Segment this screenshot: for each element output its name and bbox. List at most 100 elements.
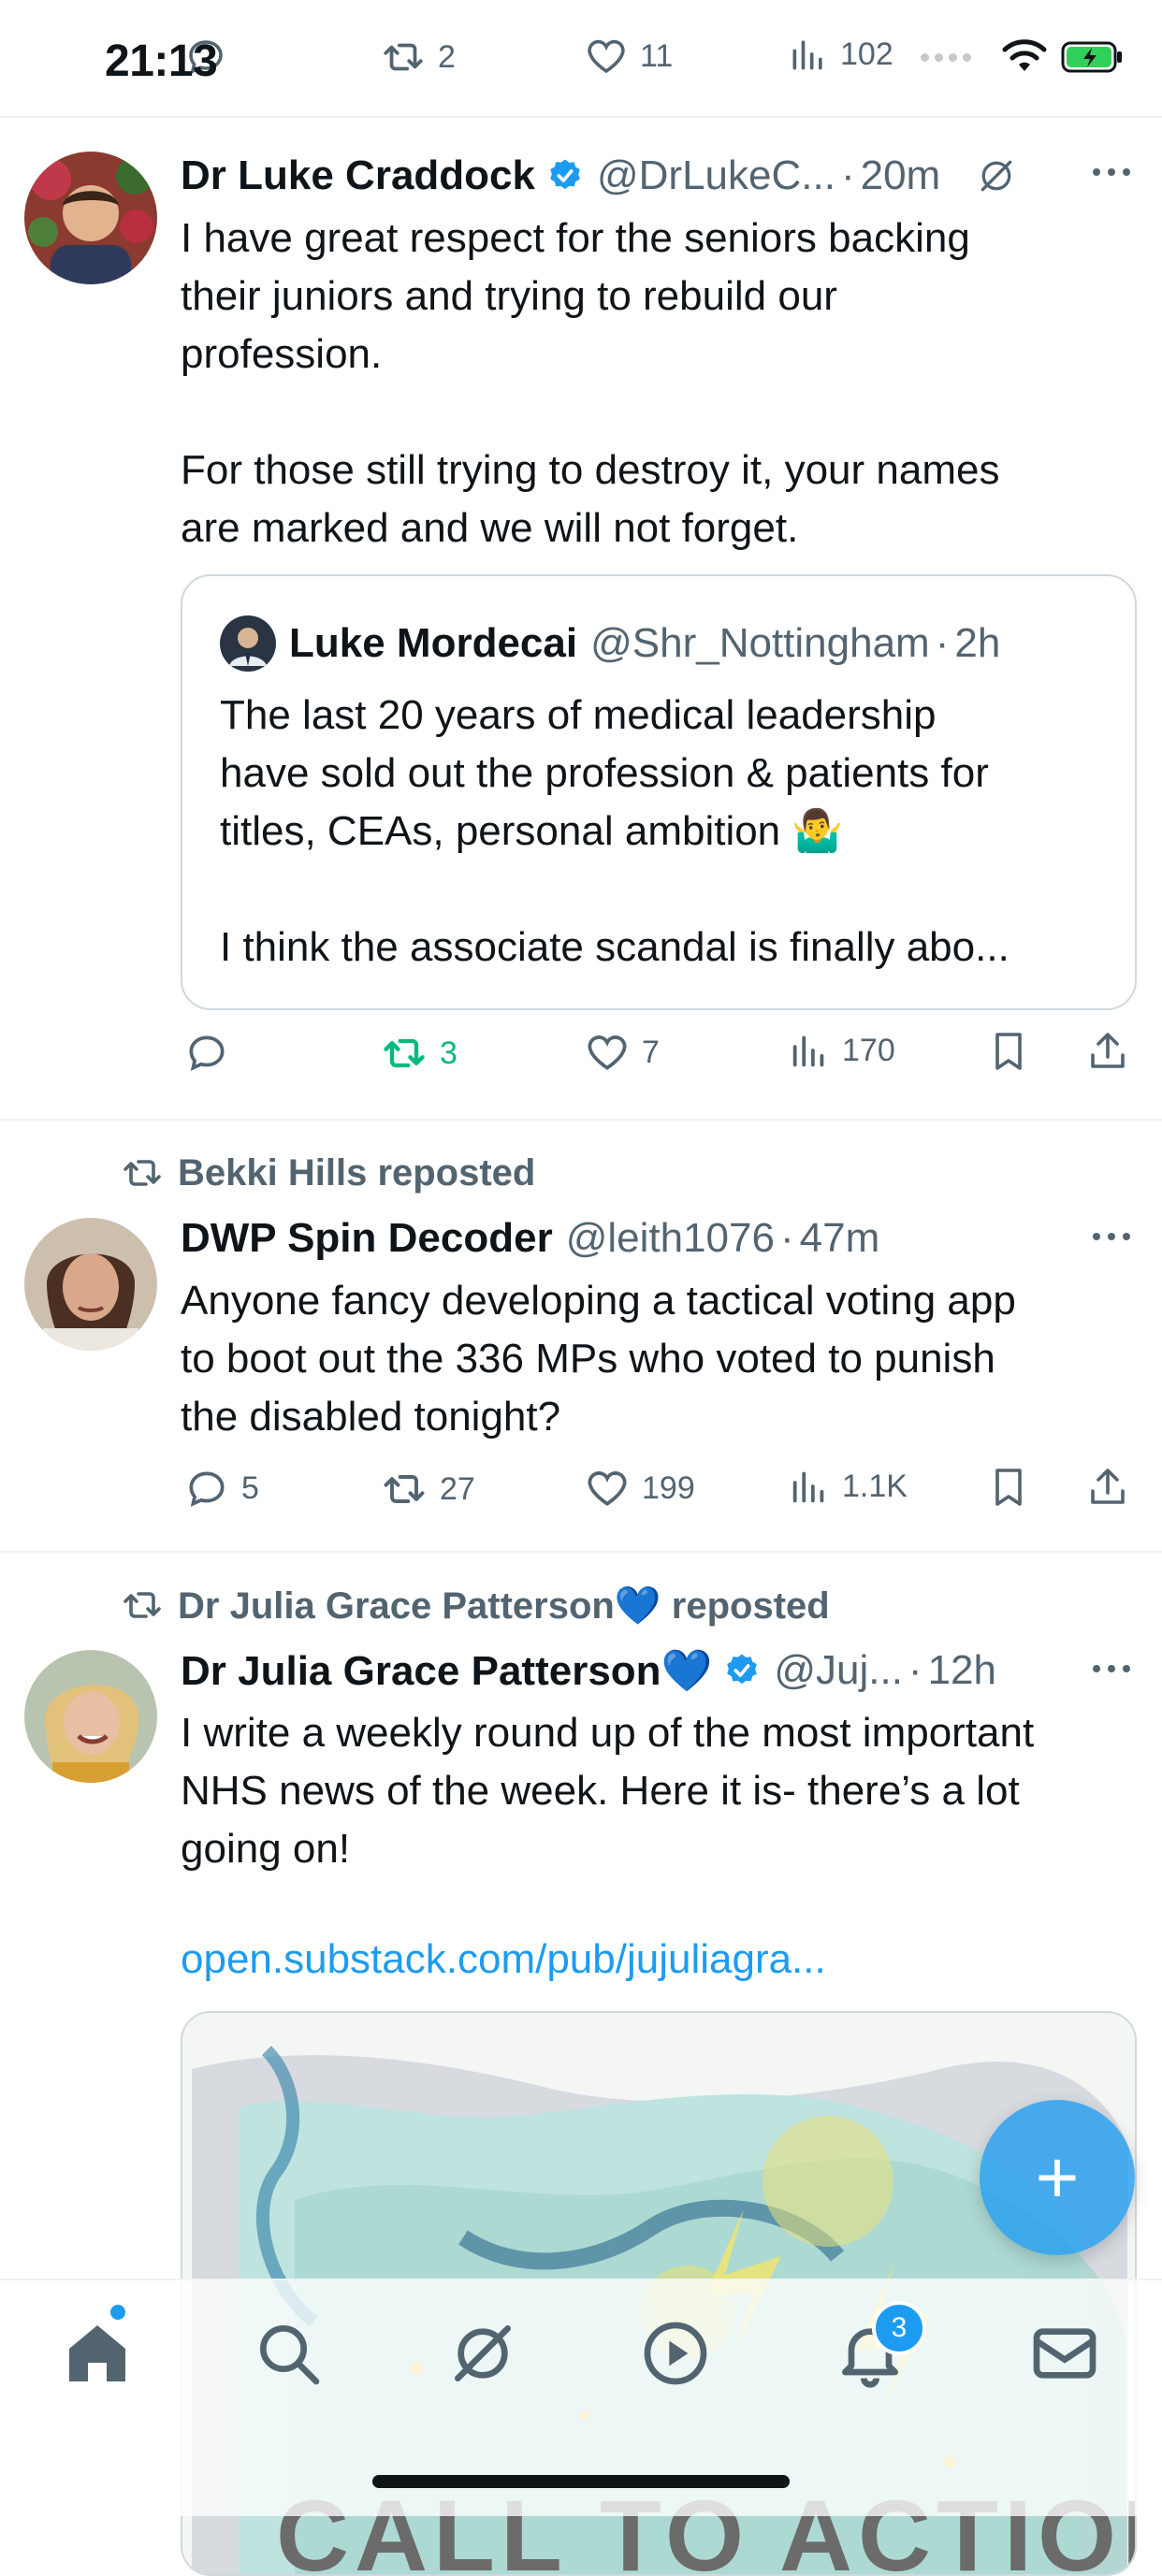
- bookmark-icon: [995, 1033, 1022, 1070]
- tab-video[interactable]: [638, 2316, 713, 2391]
- repost-label[interactable]: Dr Julia Grace Patterson💙 reposted: [178, 1584, 830, 1628]
- status-bar: 2 11 102 21:13: [0, 0, 1162, 118]
- retweet-count: 2: [438, 38, 456, 75]
- home-indicator: [372, 2475, 790, 2488]
- share-button[interactable]: [1085, 1029, 1130, 1074]
- tab-home[interactable]: [60, 2316, 135, 2391]
- tweet[interactable]: Dr Luke Craddock @DrLukeC... · 20m I hav…: [0, 116, 1162, 1121]
- bookmark-button[interactable]: [986, 1465, 1031, 1510]
- views-icon: [792, 40, 822, 70]
- views-button[interactable]: 1.1K: [788, 1465, 908, 1508]
- author-name[interactable]: DWP Spin Decoder: [181, 1215, 553, 1262]
- reply-icon: [189, 1035, 225, 1071]
- reply-button[interactable]: [183, 1029, 230, 1076]
- views-button[interactable]: 102: [788, 34, 893, 75]
- like-button[interactable]: 7: [584, 1029, 660, 1076]
- tweet-actions: 5 27 199 1.1K: [0, 1465, 1162, 1521]
- like-button[interactable]: 199: [584, 1465, 695, 1512]
- tweet-header: Dr Julia Grace Patterson💙 @Juj... · 12h: [181, 1646, 996, 1695]
- messages-icon: [1033, 2328, 1097, 2379]
- author-name[interactable]: Dr Julia Grace Patterson💙: [181, 1646, 712, 1695]
- tweet-link[interactable]: open.substack.com/pub/jujuliagra...: [181, 1936, 1134, 1983]
- wifi-icon: [1002, 39, 1047, 71]
- tweet-time: 12h: [927, 1647, 996, 1693]
- quoted-tweet[interactable]: Luke Mordecai @Shr_Nottingham · 2h The l…: [181, 574, 1137, 1010]
- home-icon: [69, 2325, 125, 2381]
- avatar[interactable]: [24, 1650, 157, 1783]
- views-count: 170: [842, 1032, 895, 1068]
- views-icon: [792, 1035, 824, 1067]
- retweet-button[interactable]: 3: [380, 1029, 458, 1078]
- home-unread-dot: [110, 2305, 125, 2320]
- reply-count: 5: [241, 1469, 259, 1506]
- share-icon: [1091, 1469, 1125, 1504]
- views-count: 102: [840, 36, 893, 72]
- retweet-icon: [384, 43, 423, 71]
- tweet-time: 20m: [860, 152, 941, 198]
- bookmark-icon: [995, 1469, 1022, 1506]
- more-options-icon[interactable]: [1093, 168, 1130, 176]
- share-icon: [1091, 1033, 1125, 1068]
- battery-icon: [1061, 41, 1122, 73]
- tweet-time: 47m: [799, 1215, 880, 1261]
- repost-label[interactable]: Bekki Hills reposted: [178, 1152, 535, 1194]
- tweet-header: Dr Luke Craddock @DrLukeC... · 20m: [181, 150, 1134, 202]
- tweet-actions: 3 7 170: [0, 1029, 1162, 1085]
- retweet-icon: [384, 1475, 425, 1503]
- tweet[interactable]: Bekki Hills reposted DWP Spin Decoder @l…: [0, 1119, 1162, 1553]
- status-icons: [921, 39, 1125, 75]
- tweet-text: Anyone fancy developing a tactical votin…: [181, 1278, 1016, 1440]
- tab-grok[interactable]: [445, 2316, 520, 2391]
- quoted-tweet-text: The last 20 years of medical leadership …: [220, 692, 1009, 970]
- avatar[interactable]: [24, 1218, 157, 1351]
- views-count: 1.1K: [842, 1468, 908, 1504]
- retweet-count: 3: [440, 1035, 458, 1071]
- like-button[interactable]: 11: [584, 34, 673, 79]
- repost-indicator: Bekki Hills reposted: [120, 1151, 535, 1195]
- heart-icon: [588, 1035, 627, 1070]
- author-handle: @DrLukeC...: [596, 152, 835, 198]
- views-icon: [792, 1471, 824, 1503]
- signal-dots: [921, 52, 971, 62]
- like-count: 7: [642, 1034, 660, 1070]
- plus-icon: +: [1035, 2135, 1080, 2219]
- retweet-icon: [123, 1160, 161, 1186]
- quoted-tweet-header: Luke Mordecai @Shr_Nottingham · 2h: [220, 615, 1000, 672]
- retweet-button[interactable]: 27: [380, 1465, 475, 1513]
- author-handle: @leith1076: [565, 1215, 775, 1261]
- retweet-button[interactable]: 2: [380, 34, 456, 80]
- author-name[interactable]: Dr Luke Craddock: [181, 152, 535, 199]
- share-button[interactable]: [1085, 1465, 1130, 1510]
- reply-button[interactable]: 5: [183, 1465, 259, 1512]
- reply-icon: [189, 1471, 225, 1507]
- tweet-header: DWP Spin Decoder @leith1076 · 47m: [181, 1215, 880, 1262]
- avatar[interactable]: [24, 152, 157, 284]
- tweet-text: I write a weekly round up of the most im…: [181, 1710, 1035, 1872]
- play-icon: [644, 2322, 707, 2385]
- verified-badge-icon: [550, 159, 580, 190]
- grok-icon[interactable]: [976, 155, 1017, 196]
- views-button[interactable]: 170: [788, 1029, 895, 1072]
- heart-icon: [588, 1471, 627, 1506]
- like-count: 199: [642, 1469, 695, 1506]
- status-time: 21:13: [105, 36, 218, 86]
- grok-icon: [455, 2325, 511, 2381]
- retweet-icon: [384, 1038, 425, 1068]
- tab-messages[interactable]: [1027, 2316, 1102, 2391]
- compose-button[interactable]: +: [980, 2100, 1135, 2255]
- like-count: 11: [640, 37, 674, 74]
- retweet-icon: [123, 1592, 161, 1618]
- more-options-icon[interactable]: [1093, 1665, 1130, 1672]
- bookmark-button[interactable]: [986, 1029, 1031, 1074]
- more-options-icon[interactable]: [1093, 1233, 1130, 1240]
- quoted-tweet-time: 2h: [954, 620, 1001, 666]
- quoted-author-name[interactable]: Luke Mordecai: [289, 620, 577, 667]
- tweet-text: I have great respect for the seniors bac…: [181, 215, 1000, 551]
- tab-search[interactable]: [251, 2316, 326, 2391]
- repost-indicator: Dr Julia Grace Patterson💙 reposted: [120, 1583, 830, 1628]
- retweet-count: 27: [440, 1470, 475, 1507]
- verified-badge-icon: [727, 1654, 758, 1685]
- notifications-badge: 3: [872, 2301, 926, 2355]
- search-icon: [260, 2325, 320, 2385]
- avatar[interactable]: [220, 615, 276, 672]
